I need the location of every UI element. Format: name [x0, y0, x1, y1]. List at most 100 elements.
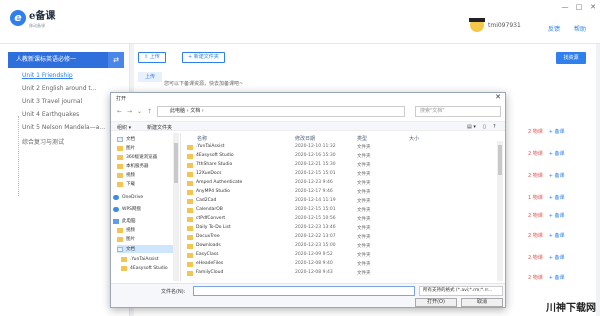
maximize-button[interactable]: □: [574, 3, 584, 11]
minimize-button[interactable]: —: [560, 3, 570, 11]
help-link[interactable]: 帮助: [574, 24, 586, 33]
file-type: 文件夹: [357, 172, 371, 177]
file-type: 文件夹: [357, 199, 371, 204]
column-header-name[interactable]: 名称: [197, 135, 207, 142]
filename-input[interactable]: [193, 286, 415, 296]
nav-item-pc-pictures[interactable]: 图片: [117, 235, 135, 243]
column-header-size[interactable]: 大小: [409, 135, 419, 142]
table-row[interactable]: Downloads 2020-12-23 15:00 文件夹: [183, 242, 505, 250]
nav-item-onedrive[interactable]: OneDrive: [113, 193, 143, 201]
nav-item-4easysoft[interactable]: 4Easysoft Studio: [121, 264, 168, 272]
folder-icon: [117, 172, 123, 178]
organize-menu[interactable]: 组织 ▾: [117, 124, 131, 131]
add-prep-link[interactable]: + 备课: [549, 195, 565, 201]
table-row[interactable]: EasyClass 2020-12-09 9:52 文件夹: [183, 251, 505, 259]
sidebar-item-unit-2[interactable]: Unit 2 English around t...: [22, 85, 97, 95]
table-row[interactable]: CalendarOB 2020-12-15 15:01 文件夹: [183, 206, 505, 214]
new-folder-command[interactable]: 新建文件夹: [147, 124, 172, 131]
filetype-select[interactable]: 所有支持的格式 (*.avi;*.rm;*.rr...: [419, 286, 503, 296]
sidebar-item-review[interactable]: 综合复习与测试: [22, 137, 64, 147]
close-icon[interactable]: ✕: [495, 93, 501, 101]
search-input[interactable]: 搜索"文档": [415, 106, 501, 117]
column-header-date[interactable]: 修改日期: [295, 135, 315, 142]
nav-item-documents[interactable]: 文档: [117, 135, 135, 143]
back-arrow-icon[interactable]: ←: [117, 108, 122, 115]
add-prep-link[interactable]: + 备课: [549, 213, 565, 219]
table-row[interactable]: AnyMP4 Studio 2020-12-17 9:46 文件夹: [183, 188, 505, 196]
file-name: ctPdfConvert: [196, 216, 226, 221]
file-name: DocuxTree: [196, 234, 220, 239]
find-resources-button[interactable]: 找资源: [556, 52, 586, 64]
computer-icon: [113, 218, 119, 224]
logo-title: e备课: [29, 11, 56, 22]
breadcrumb-documents[interactable]: 文档: [190, 108, 200, 114]
table-row[interactable]: Amped Authenticate 2020-12-23 9:46 文件夹: [183, 179, 505, 187]
nav-item-this-pc[interactable]: 此电脑: [113, 217, 136, 225]
close-window-button[interactable]: ✕: [588, 3, 598, 11]
sidebar-item-unit-3[interactable]: Unit 3 Travel journal: [22, 98, 82, 108]
nav-item-wps-drive[interactable]: WPS网盘: [113, 205, 141, 213]
table-row[interactable]: Cad2Cad 2020-12-14 11:19 文件夹: [183, 197, 505, 205]
recent-chevron-icon[interactable]: ⌄: [137, 108, 142, 115]
nav-item-pc-videos[interactable]: 视频: [117, 226, 135, 234]
file-name: Amped Authenticate: [196, 180, 243, 185]
file-type: 文件夹: [357, 208, 371, 213]
tab-upload[interactable]: 上传: [138, 72, 162, 82]
add-prep-link[interactable]: + 备课: [549, 255, 565, 261]
nav-item-videos[interactable]: 视频: [117, 171, 135, 179]
feedback-link[interactable]: 反馈: [548, 24, 560, 33]
upload-button[interactable]: ⇧ 上传: [138, 52, 166, 63]
user-menu[interactable]: tmi097931: [469, 18, 521, 32]
swap-icon[interactable]: ⇄: [108, 52, 124, 68]
view-options-icon[interactable]: ▤ ▾: [467, 124, 476, 130]
table-row[interactable]: .YunTaiAssist 2020-12-10 11:32 文件夹: [183, 143, 505, 151]
add-prep-link[interactable]: + 备课: [549, 233, 565, 239]
list-item: 2 物课 + 备课: [528, 173, 565, 179]
preview-pane-icon[interactable]: ▯: [483, 124, 486, 130]
file-name: 4Easysoft Studio: [196, 153, 234, 158]
nav-item-pictures[interactable]: 图片: [117, 144, 135, 152]
scroll-thumb[interactable]: [174, 143, 178, 183]
address-bar[interactable]: 此电脑 › 文档 ›: [157, 106, 405, 117]
table-row[interactable]: FamilyCloud 2020-12-08 9:43 文件夹: [183, 269, 505, 277]
file-type: 文件夹: [357, 190, 371, 195]
up-arrow-icon[interactable]: ↑: [147, 108, 152, 115]
file-type: 文件夹: [357, 226, 371, 231]
textbook-selector[interactable]: 人教新课标英语必修一 ⇄: [8, 52, 124, 68]
cancel-button[interactable]: 取消: [461, 298, 503, 307]
add-prep-link[interactable]: + 备课: [549, 129, 565, 135]
table-row[interactable]: eHeadeFiles 2020-12-08 9:40 文件夹: [183, 260, 505, 268]
nav-item-yuntaiassist[interactable]: .YunTaiAssist: [121, 255, 159, 263]
table-row[interactable]: ctPdfConvert 2020-12-15 10:56 文件夹: [183, 215, 505, 223]
sidebar-item-unit-4[interactable]: Unit 4 Earthquakes: [22, 111, 79, 121]
table-row[interactable]: 4Easysoft Studio 2020-12-16 15:30 文件夹: [183, 152, 505, 160]
forward-arrow-icon[interactable]: →: [127, 108, 132, 115]
app-header: e e备课 移动备课 — □ ✕ tmi097931 反馈 帮助: [0, 0, 600, 44]
cloud-icon: [113, 206, 119, 212]
add-prep-link[interactable]: + 备课: [549, 275, 565, 281]
scroll-thumb[interactable]: [498, 145, 502, 175]
table-row[interactable]: Daily To-Do List 2020-12-23 13:46 文件夹: [183, 224, 505, 232]
breadcrumb-this-pc[interactable]: 此电脑: [170, 108, 185, 114]
new-folder-button[interactable]: + 新建文件夹: [182, 52, 225, 63]
help-icon[interactable]: ?: [493, 124, 496, 130]
table-row[interactable]: 7thShare Studio 2020-12-21 15:30 文件夹: [183, 161, 505, 169]
nav-item-pc-documents[interactable]: 文档: [117, 245, 175, 253]
nav-item-360browser[interactable]: 360极速浏览器: [117, 153, 157, 161]
sidebar-item-unit-5[interactable]: Unit 5 Nelson Mandela—a...: [22, 124, 105, 134]
folder-icon: [187, 163, 193, 168]
dialog-titlebar[interactable]: 打开 ✕: [111, 93, 505, 103]
column-header-type[interactable]: 类型: [357, 135, 367, 142]
table-row[interactable]: 12XueDocs 2020-12-15 15:01 文件夹: [183, 170, 505, 178]
list-item: 1 物课 + 备课: [528, 195, 565, 201]
open-button[interactable]: 打开(O): [415, 298, 457, 307]
table-row[interactable]: DocuxTree 2020-12-22 13:07 文件夹: [183, 233, 505, 241]
folder-icon: [187, 181, 193, 186]
nav-item-local-server[interactable]: 本机服务器: [117, 162, 149, 170]
nav-scrollbar[interactable]: [173, 133, 179, 281]
nav-item-downloads[interactable]: 下载: [117, 180, 135, 188]
sidebar-item-unit-1[interactable]: Unit 1 Friendship: [22, 72, 73, 82]
add-prep-link[interactable]: + 备课: [549, 173, 565, 179]
file-scrollbar[interactable]: [497, 141, 503, 281]
add-prep-link[interactable]: + 备课: [549, 151, 565, 157]
